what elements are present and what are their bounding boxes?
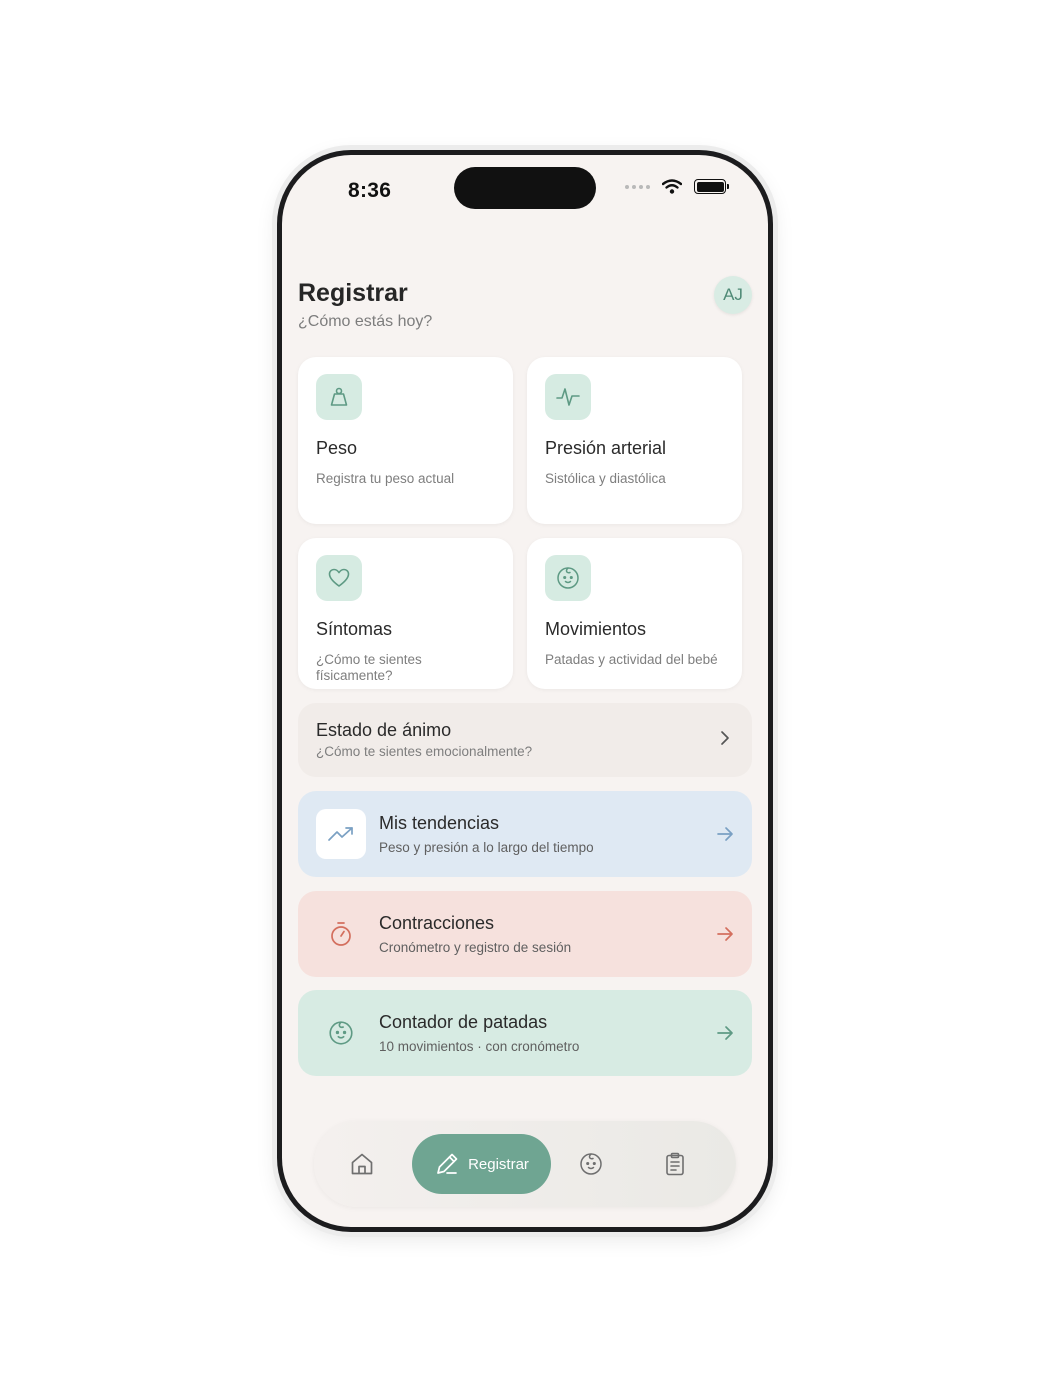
wifi-icon xyxy=(662,179,682,194)
tab-baby[interactable] xyxy=(571,1144,611,1184)
phone-frame: 8:36 Registrar ¿Cómo estás hoy? AJ Peso … xyxy=(277,150,773,1232)
card-title: Movimientos xyxy=(545,619,647,639)
page-title: Registrar xyxy=(298,279,408,307)
row-text: Contracciones Cronómetro y registro de s… xyxy=(379,913,706,955)
pencil-icon xyxy=(437,1153,458,1174)
card-subtitle: ¿Cómo te sientes físicamente? xyxy=(316,652,422,683)
row-subtitle: 10 movimientos · con cronómetro xyxy=(379,1039,580,1054)
pulse-icon xyxy=(545,374,591,420)
app-screen: 8:36 Registrar ¿Cómo estás hoy? AJ Peso … xyxy=(282,155,768,1227)
mood-row[interactable]: Estado de ánimo ¿Cómo te sientes emocion… xyxy=(298,703,752,777)
card-blood-pressure[interactable]: Presión arterial Sistólica y diastólica xyxy=(527,357,742,524)
baby-icon xyxy=(580,1153,602,1175)
tab-register-label: Registrar xyxy=(468,1155,529,1173)
card-title: Peso xyxy=(316,438,358,458)
arrow-right-icon xyxy=(717,927,733,941)
arrow-right-icon xyxy=(717,827,733,841)
heart-icon xyxy=(316,555,362,601)
card-subtitle: Patadas y actividad del bebé xyxy=(545,652,718,667)
avatar[interactable]: AJ xyxy=(714,276,752,314)
card-subtitle: Sistólica y diastólica xyxy=(545,471,666,486)
card-movements[interactable]: Movimientos Patadas y actividad del bebé xyxy=(527,538,742,689)
status-icons xyxy=(625,179,729,194)
contractions-row[interactable]: Contracciones Cronómetro y registro de s… xyxy=(298,891,752,977)
row-text: Mis tendencias Peso y presión a lo largo… xyxy=(379,813,706,855)
tab-records[interactable] xyxy=(655,1144,695,1184)
row-title: Contador de patadas xyxy=(379,1012,548,1032)
card-title: Síntomas xyxy=(316,619,393,639)
clipboard-icon xyxy=(666,1152,684,1176)
quick-log-grid: Peso Registra tu peso actual Presión art… xyxy=(298,357,742,689)
tab-home[interactable] xyxy=(342,1144,382,1184)
mood-subtitle: ¿Cómo te sientes emocionalmente? xyxy=(316,744,533,759)
kick-counter-row[interactable]: Contador de patadas 10 movimientos · con… xyxy=(298,990,752,1076)
row-title: Contracciones xyxy=(379,913,495,933)
tab-register[interactable]: Registrar xyxy=(412,1134,551,1194)
trends-row[interactable]: Mis tendencias Peso y presión a lo largo… xyxy=(298,791,752,877)
card-weight[interactable]: Peso Registra tu peso actual xyxy=(298,357,513,524)
baby-icon xyxy=(545,555,591,601)
baby-icon xyxy=(316,1008,366,1058)
weight-icon xyxy=(316,374,362,420)
row-subtitle: Peso y presión a lo largo del tiempo xyxy=(379,840,594,855)
mood-title: Estado de ánimo xyxy=(316,720,452,740)
status-time: 8:36 xyxy=(348,179,392,202)
tab-bar: Registrar xyxy=(314,1121,736,1207)
card-title: Presión arterial xyxy=(545,438,667,458)
trend-up-icon xyxy=(316,809,366,859)
row-text: Contador de patadas 10 movimientos · con… xyxy=(379,1012,706,1054)
cellular-signal-icon xyxy=(625,184,650,189)
stopwatch-icon xyxy=(316,909,366,959)
page-subtitle: ¿Cómo estás hoy? xyxy=(298,313,433,330)
row-title: Mis tendencias xyxy=(379,813,500,833)
page-header: Registrar ¿Cómo estás hoy? AJ xyxy=(298,276,752,331)
row-subtitle: Cronómetro y registro de sesión xyxy=(379,940,572,955)
arrow-right-icon xyxy=(717,1026,733,1040)
card-symptoms[interactable]: Síntomas ¿Cómo te sientes físicamente? xyxy=(298,538,513,689)
chevron-right-icon xyxy=(721,731,729,745)
card-subtitle: Registra tu peso actual xyxy=(316,471,455,486)
battery-icon xyxy=(694,179,729,194)
dynamic-island xyxy=(454,167,596,209)
home-icon xyxy=(351,1153,373,1175)
